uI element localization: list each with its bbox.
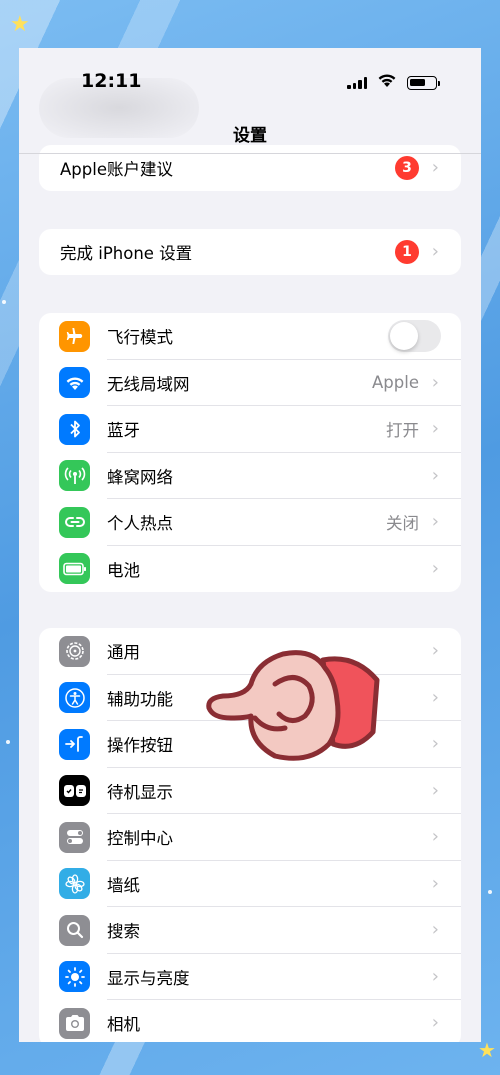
cellular-signal-icon: [347, 76, 367, 89]
wallpaper-icon: [59, 868, 90, 900]
settings-row-camera[interactable]: 相机 ›: [39, 1000, 461, 1042]
sparkle-dot: [2, 300, 6, 304]
chevron-right-icon: ›: [431, 464, 439, 486]
account-group: Apple账户建议 3 ›: [39, 145, 461, 191]
page-title: 设置: [233, 126, 267, 146]
chevron-right-icon: ›: [431, 733, 439, 755]
chevron-right-icon: ›: [431, 241, 439, 263]
settings-row-personal-hotspot[interactable]: 个人热点 关闭 ›: [39, 499, 461, 546]
wifi-status-icon: [378, 74, 396, 87]
settings-row-control-center[interactable]: 控制中心 ›: [39, 814, 461, 861]
chevron-right-icon: ›: [431, 686, 439, 708]
action-button-icon: [59, 728, 90, 760]
settings-screen: 12:11 设置 Apple账户建议 3 › 完成 iPhone 设置 1 ›: [19, 48, 481, 1042]
search-icon: [59, 914, 90, 946]
settings-row-cellular[interactable]: 蜂窝网络 ›: [39, 453, 461, 499]
gear-icon: [59, 635, 90, 667]
row-label: 相机: [107, 1015, 140, 1035]
row-label: 电池: [107, 560, 140, 580]
row-label: 控制中心: [107, 829, 173, 849]
bluetooth-icon: [59, 413, 90, 445]
row-label: 蓝牙: [107, 421, 140, 441]
settings-row-wallpaper[interactable]: 墙纸 ›: [39, 861, 461, 907]
row-label: 辅助功能: [107, 689, 173, 709]
airplane-icon: [59, 320, 90, 352]
chevron-right-icon: ›: [431, 826, 439, 848]
row-label: 蜂窝网络: [107, 467, 173, 487]
settings-row-finish-setup[interactable]: 完成 iPhone 设置 1 ›: [39, 229, 461, 275]
chevron-right-icon: ›: [431, 965, 439, 987]
nav-divider: [19, 153, 481, 154]
row-value: 打开: [386, 421, 419, 441]
row-label: 飞行模式: [107, 328, 173, 348]
accessibility-icon: [59, 682, 90, 714]
settings-row-wifi[interactable]: 无线局域网 Apple ›: [39, 360, 461, 406]
sparkle-dot: [6, 740, 10, 744]
camera-icon: [59, 1007, 90, 1039]
chevron-right-icon: ›: [431, 919, 439, 941]
row-label: 操作按钮: [107, 736, 173, 756]
settings-row-bluetooth[interactable]: 蓝牙 打开 ›: [39, 406, 461, 453]
row-label: Apple账户建议: [60, 160, 173, 179]
chevron-right-icon: ›: [431, 371, 439, 393]
chevron-right-icon: ›: [431, 779, 439, 801]
wifi-icon: [59, 367, 90, 399]
row-value: 关闭: [386, 514, 419, 534]
settings-row-search[interactable]: 搜索 ›: [39, 907, 461, 954]
notification-badge: 3: [395, 156, 419, 180]
battery-status-icon: [407, 76, 440, 90]
settings-row-standby[interactable]: 待机显示 ›: [39, 768, 461, 814]
sparkle-dot: [488, 890, 492, 894]
settings-row-airplane-mode[interactable]: 飞行模式: [39, 313, 461, 360]
chevron-right-icon: ›: [431, 157, 439, 179]
row-label: 无线局域网: [107, 374, 190, 394]
row-label: 墙纸: [107, 875, 140, 895]
chevron-right-icon: ›: [431, 557, 439, 579]
settings-row-battery[interactable]: 电池 ›: [39, 546, 461, 593]
row-value: Apple: [372, 373, 419, 393]
row-label: 个人热点: [107, 514, 173, 534]
star-decoration-icon: ★: [478, 1038, 496, 1062]
notification-badge: 1: [395, 240, 419, 264]
row-label: 通用: [107, 643, 140, 663]
brightness-icon: [59, 961, 90, 993]
standby-icon: [59, 775, 90, 807]
chevron-right-icon: ›: [431, 511, 439, 533]
connectivity-group: 飞行模式 无线局域网 Apple › 蓝牙 打开 › 蜂窝网络 › 个人热点 关…: [39, 313, 461, 592]
cellular-icon: [59, 460, 90, 492]
row-label: 搜索: [107, 922, 140, 942]
status-bar: 12:11: [19, 48, 481, 138]
row-label: 完成 iPhone 设置: [60, 244, 193, 263]
pointing-hand-icon: [206, 650, 380, 761]
row-label: 待机显示: [107, 782, 173, 802]
setup-group: 完成 iPhone 设置 1 ›: [39, 229, 461, 275]
star-decoration-icon: ★: [10, 12, 30, 37]
battery-icon: [59, 553, 90, 585]
row-label: 显示与亮度: [107, 968, 190, 988]
status-time: 12:11: [81, 70, 142, 92]
settings-row-apple-account[interactable]: Apple账户建议 3 ›: [39, 145, 461, 191]
chevron-right-icon: ›: [431, 640, 439, 662]
settings-row-display-brightness[interactable]: 显示与亮度 ›: [39, 954, 461, 1000]
chevron-right-icon: ›: [431, 1012, 439, 1034]
chevron-right-icon: ›: [431, 418, 439, 440]
airplane-mode-toggle[interactable]: [388, 320, 441, 353]
chevron-right-icon: ›: [431, 872, 439, 894]
control-center-icon: [59, 821, 90, 853]
hotspot-icon: [59, 506, 90, 538]
